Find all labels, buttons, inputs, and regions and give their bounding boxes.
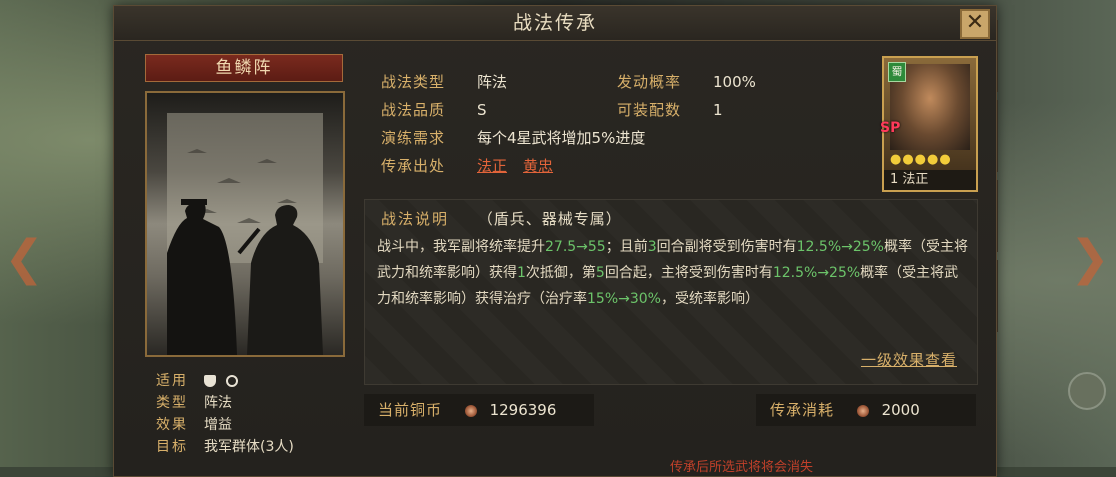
quality-value: S [477,101,487,119]
cost-value: 2000 [881,401,920,419]
desc-value: 27.5→55 [545,239,606,255]
description-box: 战法说明 （盾兵、器械专属） 战斗中，我军副将统率提升27.5→55；且前3回合… [364,199,978,385]
desc-seg: 次抵御，第 [525,265,596,281]
desc-seg: 战斗中，我军副将统率提升 [377,239,545,255]
faction-badge: 蜀 [888,62,906,82]
source-hero-link[interactable]: 黄忠 [523,157,553,175]
cost-label: 传承消耗 [770,401,835,419]
meta-key: 目标 [156,439,188,455]
hud-button[interactable] [1068,372,1106,410]
meta-key: 效果 [156,417,188,433]
hero-level: 1 [890,172,899,187]
meta-key: 类型 [156,395,188,411]
description-text: 战斗中，我军副将统率提升27.5→55；且前3回合副将受到伤害时有12.5%→2… [377,234,969,312]
rate-value: 100% [713,73,756,91]
star-rating: ●●●●● [890,152,952,167]
drill-label: 演练需求 [381,129,446,147]
type-value: 阵法 [477,73,508,91]
close-button[interactable]: ✕ [960,9,990,39]
hero-card[interactable]: 蜀 SP ●●●●● 1 法正 [880,56,978,192]
desc-value: 15%→30% [587,291,661,307]
footer-note: 传承后所选武将将会消失 [670,460,814,475]
meta-key: 适用 [156,373,188,389]
side-tabs [996,20,1032,340]
current-coin-box: 当前铜币 1296396 [364,394,594,426]
slots-value: 1 [713,101,723,119]
meta-value: 我军群体(3人) [204,439,294,455]
desc-seg: ；且前 [605,239,648,255]
hero-name: 法正 [902,172,929,187]
drill-value: 每个4星武将增加5%进度 [477,129,646,147]
rate-label: 发动概率 [617,73,682,91]
gear-icon [226,375,238,387]
coin-icon [464,404,477,417]
resource-bar: 当前铜币 1296396 传承消耗 2000 [364,394,976,426]
panel-title: 战法传承 [114,6,996,41]
desc-value: 3 [647,239,657,255]
shield-icon [204,375,216,387]
level-effect-link[interactable]: 一级效果查看 [861,349,957,370]
sp-tag: SP [880,120,901,136]
meta-value: 阵法 [204,395,232,411]
source-hero-link[interactable]: 法正 [477,157,507,175]
desc-value: 12.5%→25% [796,239,884,255]
next-arrow-icon[interactable]: ❯ [1070,230,1110,286]
tactic-name: 鱼鳞阵 [145,54,343,82]
coin-value: 1296396 [489,401,557,419]
tactic-artwork [145,91,345,357]
desc-seg: 回合起，主将受到伤害时有 [604,265,773,281]
tactic-inherit-panel: 战法传承 ✕ 鱼鳞阵 适用 类型 阵法 效果 增益 目标 我军群体(3人) 战法… [113,5,997,477]
tactic-info: 战法类型 阵法 发动概率 100% 战法品质 S 可装配数 1 演练需求 每个4… [381,68,857,180]
meta-value: 增益 [204,417,232,433]
coin-label: 当前铜币 [378,401,443,419]
hero-name-bar: 1 法正 [884,170,976,190]
source-label: 传承出处 [381,157,446,175]
quality-label: 战法品质 [381,101,446,119]
cost-box: 传承消耗 2000 [756,394,976,426]
desc-value: 5 [595,265,605,281]
slots-label: 可装配数 [617,101,682,119]
description-scope: （盾兵、器械专属） [477,210,622,228]
prev-arrow-icon[interactable]: ❮ [4,230,44,286]
desc-seg: ，受统率影响） [660,291,759,307]
tactic-meta: 适用 类型 阵法 效果 增益 目标 我军群体(3人) [156,370,294,458]
type-label: 战法类型 [381,73,446,91]
desc-value: 12.5%→25% [772,265,861,281]
desc-seg: 回合副将受到伤害时有 [656,239,797,255]
description-title: 战法说明 [381,210,450,228]
apply-icons [204,370,248,392]
desc-value: 1 [517,265,526,281]
coin-icon [856,404,869,417]
